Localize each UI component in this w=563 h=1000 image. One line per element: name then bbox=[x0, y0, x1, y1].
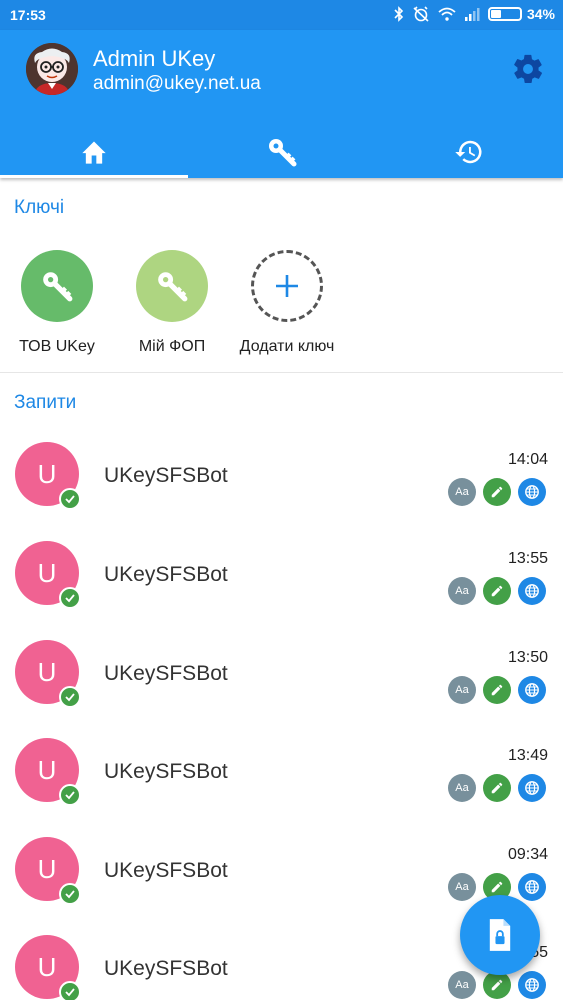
key-avatar bbox=[136, 250, 208, 322]
text-type-label: Aa bbox=[455, 979, 469, 991]
verified-check-icon bbox=[59, 784, 81, 806]
key-item[interactable]: Мій ФОП bbox=[117, 250, 227, 356]
text-type-icon: Aa bbox=[448, 774, 476, 802]
add-document-fab[interactable] bbox=[460, 895, 540, 975]
text-type-icon: Aa bbox=[448, 478, 476, 506]
key-icon bbox=[43, 272, 73, 302]
globe-icon bbox=[518, 971, 546, 999]
sign-pen-icon bbox=[483, 774, 511, 802]
request-type-icons: Aa bbox=[448, 676, 546, 704]
tab-keys[interactable] bbox=[188, 126, 376, 178]
status-time: 17:53 bbox=[10, 7, 46, 23]
signal-icon bbox=[464, 7, 480, 21]
keys-list: ТОВ UKey Мій ФОП Додати ключ bbox=[0, 250, 563, 360]
bluetooth-icon bbox=[394, 6, 404, 22]
text-type-label: Aa bbox=[455, 881, 469, 893]
gear-icon bbox=[514, 54, 542, 84]
globe-icon bbox=[518, 676, 546, 704]
avatar-initial: U bbox=[37, 754, 57, 785]
request-row[interactable]: U UKeySFSBot 14:04 Aa bbox=[0, 442, 563, 540]
request-sender: UKeySFSBot bbox=[104, 859, 228, 882]
sign-pen-icon bbox=[483, 577, 511, 605]
add-key-label: Додати ключ bbox=[239, 338, 335, 355]
request-type-icons: Aa bbox=[448, 577, 546, 605]
globe-icon bbox=[518, 577, 546, 605]
request-time: 09:34 bbox=[507, 846, 548, 863]
text-type-icon: Aa bbox=[448, 971, 476, 999]
request-sender: UKeySFSBot bbox=[104, 563, 228, 586]
tab-indicator bbox=[0, 175, 188, 178]
user-avatar[interactable] bbox=[26, 43, 78, 95]
sign-pen-icon bbox=[483, 971, 511, 999]
request-sender: UKeySFSBot bbox=[104, 760, 228, 783]
status-bar: 17:53 34% bbox=[0, 0, 563, 30]
history-icon bbox=[455, 140, 482, 164]
tab-history[interactable] bbox=[375, 126, 563, 178]
app-header: Admin UKey admin@ukey.net.ua bbox=[0, 30, 563, 178]
text-type-icon: Aa bbox=[448, 577, 476, 605]
key-label: Мій ФОП bbox=[138, 338, 206, 355]
avatar-initial: U bbox=[37, 951, 57, 982]
user-name: Admin UKey bbox=[93, 46, 216, 71]
alarm-off-icon bbox=[412, 6, 430, 22]
text-type-icon: Aa bbox=[448, 676, 476, 704]
home-icon bbox=[82, 141, 106, 164]
text-type-label: Aa bbox=[455, 684, 469, 696]
avatar-initial: U bbox=[37, 853, 57, 884]
keys-section-title: Ключі bbox=[14, 197, 65, 218]
request-row[interactable]: U UKeySFSBot 13:49 Aa bbox=[0, 738, 563, 836]
verified-check-icon bbox=[59, 883, 81, 905]
key-icon bbox=[268, 139, 296, 167]
verified-check-icon bbox=[59, 587, 81, 609]
key-item[interactable]: ТОВ UKey bbox=[2, 250, 112, 356]
verified-check-icon bbox=[59, 981, 81, 1000]
avatar-illustration bbox=[26, 43, 78, 95]
add-key-button[interactable]: Додати ключ bbox=[232, 250, 342, 356]
tab-home[interactable] bbox=[0, 126, 188, 178]
text-type-label: Aa bbox=[455, 585, 469, 597]
avatar-initial: U bbox=[37, 557, 57, 588]
tab-bar bbox=[0, 126, 563, 178]
request-sender: UKeySFSBot bbox=[104, 662, 228, 685]
avatar-initial: U bbox=[37, 656, 57, 687]
request-sender: UKeySFSBot bbox=[104, 464, 228, 487]
user-email: admin@ukey.net.ua bbox=[93, 73, 261, 94]
request-row[interactable]: U UKeySFSBot 13:50 Aa bbox=[0, 640, 563, 738]
key-icon bbox=[158, 272, 188, 302]
verified-check-icon bbox=[59, 686, 81, 708]
request-time: 13:55 bbox=[507, 550, 548, 567]
add-key-circle bbox=[251, 250, 323, 322]
plus-icon bbox=[276, 275, 298, 297]
text-type-label: Aa bbox=[455, 486, 469, 498]
globe-icon bbox=[518, 873, 546, 901]
status-icons: 34% bbox=[394, 6, 555, 22]
sign-pen-icon bbox=[483, 676, 511, 704]
battery-indicator: 34% bbox=[487, 6, 555, 22]
text-type-icon: Aa bbox=[448, 873, 476, 901]
locked-document-icon bbox=[489, 919, 511, 951]
battery-icon bbox=[487, 7, 522, 21]
key-avatar bbox=[21, 250, 93, 322]
settings-button[interactable] bbox=[511, 52, 545, 86]
battery-percent: 34% bbox=[526, 6, 555, 22]
verified-check-icon bbox=[59, 488, 81, 510]
request-time: 14:04 bbox=[507, 451, 548, 468]
requests-section-title: Запити bbox=[14, 392, 77, 413]
sign-pen-icon bbox=[483, 478, 511, 506]
request-row[interactable]: U UKeySFSBot 13:55 Aa bbox=[0, 541, 563, 639]
globe-icon bbox=[518, 478, 546, 506]
text-type-label: Aa bbox=[455, 782, 469, 794]
avatar-initial: U bbox=[37, 458, 57, 489]
globe-icon bbox=[518, 774, 546, 802]
request-type-icons: Aa bbox=[448, 971, 546, 999]
request-time: 13:50 bbox=[507, 649, 548, 666]
wifi-icon bbox=[438, 7, 456, 21]
request-sender: UKeySFSBot bbox=[104, 957, 228, 980]
request-time: 13:49 bbox=[507, 747, 548, 764]
battery-level bbox=[490, 10, 501, 18]
request-type-icons: Aa bbox=[448, 478, 546, 506]
request-type-icons: Aa bbox=[448, 774, 546, 802]
section-divider bbox=[0, 372, 563, 373]
key-label: ТОВ UKey bbox=[19, 338, 95, 355]
